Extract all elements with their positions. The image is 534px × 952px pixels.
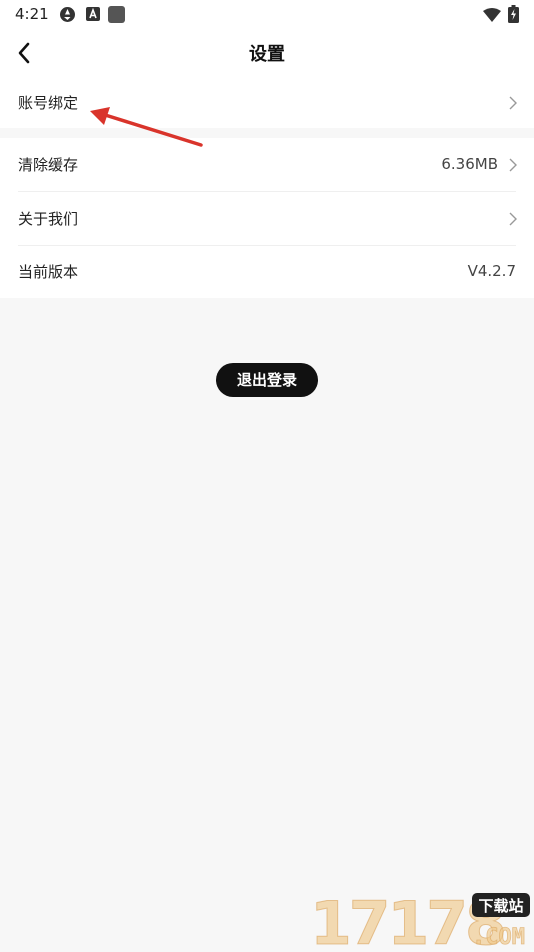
current-version-label: 当前版本 xyxy=(18,263,79,281)
about-us-row[interactable]: 关于我们 xyxy=(0,192,534,245)
svg-text:.COM: .COM xyxy=(472,925,525,948)
top-bar: 设置 xyxy=(0,30,534,76)
status-bar: 4:21 xyxy=(0,0,534,30)
a-icon xyxy=(86,6,100,26)
chevron-right-icon xyxy=(508,211,518,226)
account-binding-label: 账号绑定 xyxy=(18,94,79,112)
wifi-icon xyxy=(483,7,501,26)
current-version-row: 当前版本 V4.2.7 xyxy=(0,245,534,298)
page-title: 设置 xyxy=(249,44,285,65)
app-icon xyxy=(108,6,125,27)
annotation-arrow-icon xyxy=(90,107,203,147)
aperture-icon xyxy=(59,6,76,27)
chevron-right-icon xyxy=(508,95,518,110)
settings-group-main: 清除缓存 6.36MB 关于我们 当前版本 V4.2.7 xyxy=(0,138,534,298)
watermark-logo: 17178 下载站 .COM xyxy=(308,886,532,952)
about-us-label: 关于我们 xyxy=(18,210,79,228)
cache-size-value: 6.36MB xyxy=(441,155,498,173)
status-time: 4:21 xyxy=(15,5,49,23)
version-value: V4.2.7 xyxy=(467,262,516,280)
logout-button[interactable]: 退出登录 xyxy=(216,363,318,397)
clear-cache-label: 清除缓存 xyxy=(18,156,79,174)
svg-text:下载站: 下载站 xyxy=(478,897,523,915)
battery-icon xyxy=(508,5,519,27)
chevron-right-icon xyxy=(508,157,518,172)
